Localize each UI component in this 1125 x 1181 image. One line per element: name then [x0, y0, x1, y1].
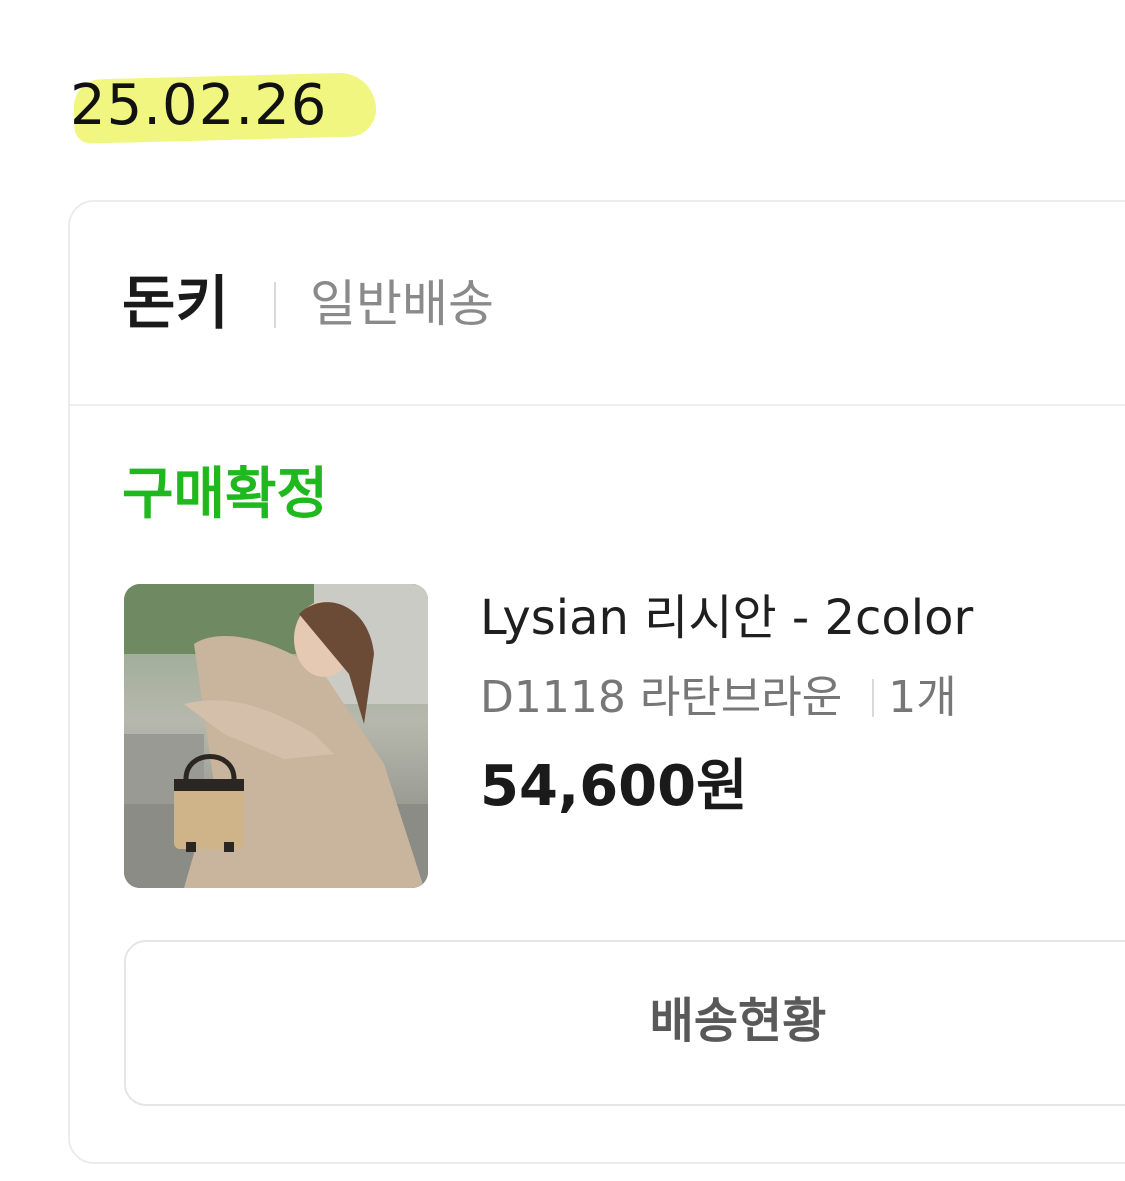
product-image[interactable] — [124, 584, 428, 888]
product-quantity: 1개 — [888, 672, 957, 723]
delivery-status-label: 배송현황 — [649, 993, 827, 1049]
product-price: 54,600원 — [480, 754, 748, 819]
product-option: D1118 라탄브라운 — [480, 672, 843, 723]
order-date-group: 25.02.26 — [68, 62, 380, 158]
product-option-row: D1118 라탄브라운 1개 — [480, 668, 957, 728]
shipping-type: 일반배송 — [310, 275, 494, 333]
card-header: 돈키 일반배송 — [70, 202, 1125, 406]
product-photo-icon — [124, 584, 428, 888]
order-status: 구매확정 — [122, 462, 329, 527]
order-card: 돈키 일반배송 구매확정 Lysian 리시안 - 2color D1118 라… — [68, 200, 1125, 1164]
product-title[interactable]: Lysian 리시안 - 2color — [480, 586, 973, 650]
header-divider — [274, 282, 276, 328]
option-divider — [872, 679, 875, 717]
seller-name[interactable]: 돈키 — [122, 266, 229, 340]
order-date: 25.02.26 — [70, 73, 328, 138]
delivery-status-button[interactable]: 배송현황 — [124, 940, 1125, 1106]
